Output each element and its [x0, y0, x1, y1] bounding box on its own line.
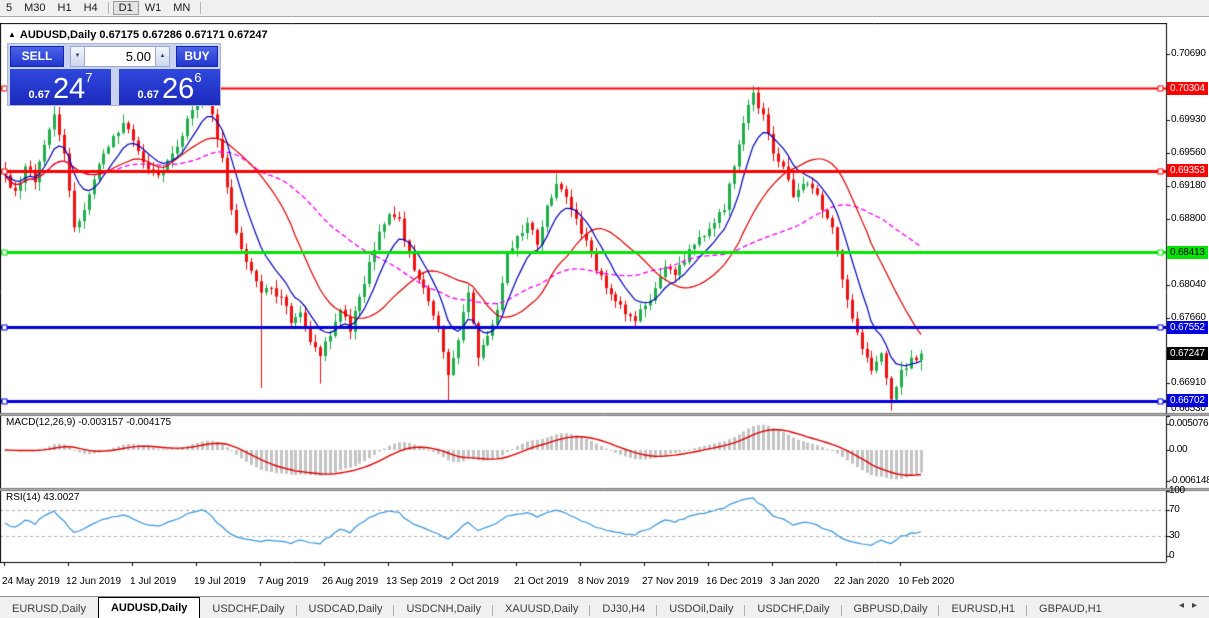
axis-price-label: 0.68040 [1171, 279, 1206, 290]
chart-tab-usdchf-daily[interactable]: USDCHF,Daily [745, 600, 841, 618]
macd-axis-label: 0.00 [1169, 444, 1187, 455]
one-click-trade-panel: SELL ▼ ▲ BUY 0.67 24 7 0.67 26 6 [7, 43, 221, 106]
tab-scroll-right-icon[interactable]: ▸ [1192, 600, 1205, 611]
tab-scroll-arrows: ◂▸ [1179, 600, 1205, 611]
chart-title-ohlc: 0.67175 0.67286 0.67171 0.67247 [99, 29, 267, 41]
level-price-badge: 0.67552 [1167, 321, 1208, 334]
axis-price-label: 0.70690 [1171, 48, 1206, 59]
buy-price-prefix: 0.67 [138, 88, 159, 103]
chart-tab-usdoil-daily[interactable]: USDOil,Daily [657, 600, 745, 618]
price-chart-canvas[interactable] [0, 23, 1209, 596]
date-axis-label: 19 Jul 2019 [194, 576, 246, 587]
volume-input[interactable] [85, 46, 155, 67]
axis-price-label: 0.69560 [1171, 147, 1206, 158]
date-axis-label: 12 Jun 2019 [66, 576, 121, 587]
sell-price-pips: 7 [85, 71, 92, 84]
timeframe-button-d1[interactable]: D1 [113, 1, 139, 15]
level-price-badge: 0.68413 [1167, 246, 1208, 259]
toolbar-separator [108, 2, 109, 14]
date-axis-label: 3 Jan 2020 [770, 576, 820, 587]
chart-tab-dj30-h4[interactable]: DJ30,H4 [590, 600, 657, 618]
timeframe-button-mn[interactable]: MN [167, 1, 196, 15]
buy-price-pips: 6 [194, 71, 201, 84]
chart-tab-usdcad-daily[interactable]: USDCAD,Daily [297, 600, 395, 618]
date-axis-label: 8 Nov 2019 [578, 576, 629, 587]
date-axis-label: 26 Aug 2019 [322, 576, 378, 587]
date-axis-label: 21 Oct 2019 [514, 576, 568, 587]
timeframe-button-m30[interactable]: M30 [18, 1, 51, 15]
chart-tab-gbpusd-daily[interactable]: GBPUSD,Daily [842, 600, 940, 618]
chart-tab-usdchf-daily[interactable]: USDCHF,Daily [200, 600, 296, 618]
rsi-indicator-label: RSI(14) 43.0027 [6, 492, 79, 503]
toolbar-separator [200, 2, 201, 14]
axis-price-label: 0.66910 [1171, 377, 1206, 388]
sell-price-prefix: 0.67 [29, 88, 50, 103]
rsi-axis-label: 30 [1169, 530, 1180, 541]
sell-price-big: 24 [53, 76, 85, 103]
buy-price-big: 26 [162, 76, 194, 103]
date-axis-label: 10 Feb 2020 [898, 576, 954, 587]
macd-axis-label: 0.005076 [1169, 418, 1208, 429]
date-axis-label: 22 Jan 2020 [834, 576, 889, 587]
volume-decrease-button[interactable]: ▼ [70, 46, 85, 67]
axis-price-label: 0.69180 [1171, 180, 1206, 191]
sell-button[interactable]: SELL [10, 46, 64, 67]
date-axis-label: 7 Aug 2019 [258, 576, 309, 587]
chart-tab-eurusd-daily[interactable]: EURUSD,Daily [0, 600, 98, 618]
date-axis-label: 27 Nov 2019 [642, 576, 699, 587]
rsi-axis-label: 0 [1169, 550, 1174, 561]
timeframe-button-h1[interactable]: H1 [52, 1, 78, 15]
level-price-badge: 0.70304 [1167, 82, 1208, 95]
macd-indicator-label: MACD(12,26,9) -0.003157 -0.004175 [6, 417, 171, 428]
chart-tab-usdcnh-daily[interactable]: USDCNH,Daily [394, 600, 493, 618]
chart-title-symbol: AUDUSD,Daily [20, 29, 96, 41]
sell-price-tile[interactable]: 0.67 24 7 [10, 69, 111, 105]
timeframe-button-w1[interactable]: W1 [139, 1, 168, 15]
tab-scroll-left-icon[interactable]: ◂ [1179, 600, 1192, 611]
chart-tab-audusd-daily[interactable]: AUDUSD,Daily [98, 597, 200, 618]
timeframe-button-h4[interactable]: H4 [78, 1, 104, 15]
date-axis-label: 2 Oct 2019 [450, 576, 499, 587]
date-axis-label: 24 May 2019 [2, 576, 60, 587]
current-price-badge: 0.67247 [1167, 347, 1208, 360]
buy-price-tile[interactable]: 0.67 26 6 [119, 69, 220, 105]
rsi-axis-label: 100 [1169, 485, 1185, 496]
buy-button[interactable]: BUY [176, 46, 218, 67]
date-axis-label: 13 Sep 2019 [386, 576, 443, 587]
timeframe-button-5[interactable]: 5 [0, 1, 18, 15]
axis-price-label: 0.69930 [1171, 114, 1206, 125]
rsi-axis-label: 70 [1169, 504, 1180, 515]
level-price-badge: 0.66702 [1167, 394, 1208, 407]
level-price-badge: 0.69353 [1167, 164, 1208, 177]
volume-increase-button[interactable]: ▲ [155, 46, 170, 67]
axis-price-label: 0.68800 [1171, 213, 1206, 224]
date-axis-label: 16 Dec 2019 [706, 576, 763, 587]
trading-app-window: 5M30H1H4 D1W1MN ▲ AUDUSD,Daily 0.67175 0.6… [0, 0, 1209, 618]
collapse-arrow-icon[interactable]: ▲ [8, 30, 16, 39]
chart-tab-gbpaud-h1[interactable]: GBPAUD,H1 [1027, 600, 1114, 618]
chart-tab-xauusd-daily[interactable]: XAUUSD,Daily [493, 600, 590, 618]
timeframe-toolbar: 5M30H1H4 D1W1MN [0, 0, 1209, 17]
chart-title: ▲ AUDUSD,Daily 0.67175 0.67286 0.67171 0.… [8, 29, 268, 41]
chart-tab-bar: EURUSD,DailyAUDUSD,DailyUSDCHF,DailyUSDC… [0, 596, 1209, 618]
chart-tab-eurusd-h1[interactable]: EURUSD,H1 [939, 600, 1027, 618]
date-axis-label: 1 Jul 2019 [130, 576, 176, 587]
